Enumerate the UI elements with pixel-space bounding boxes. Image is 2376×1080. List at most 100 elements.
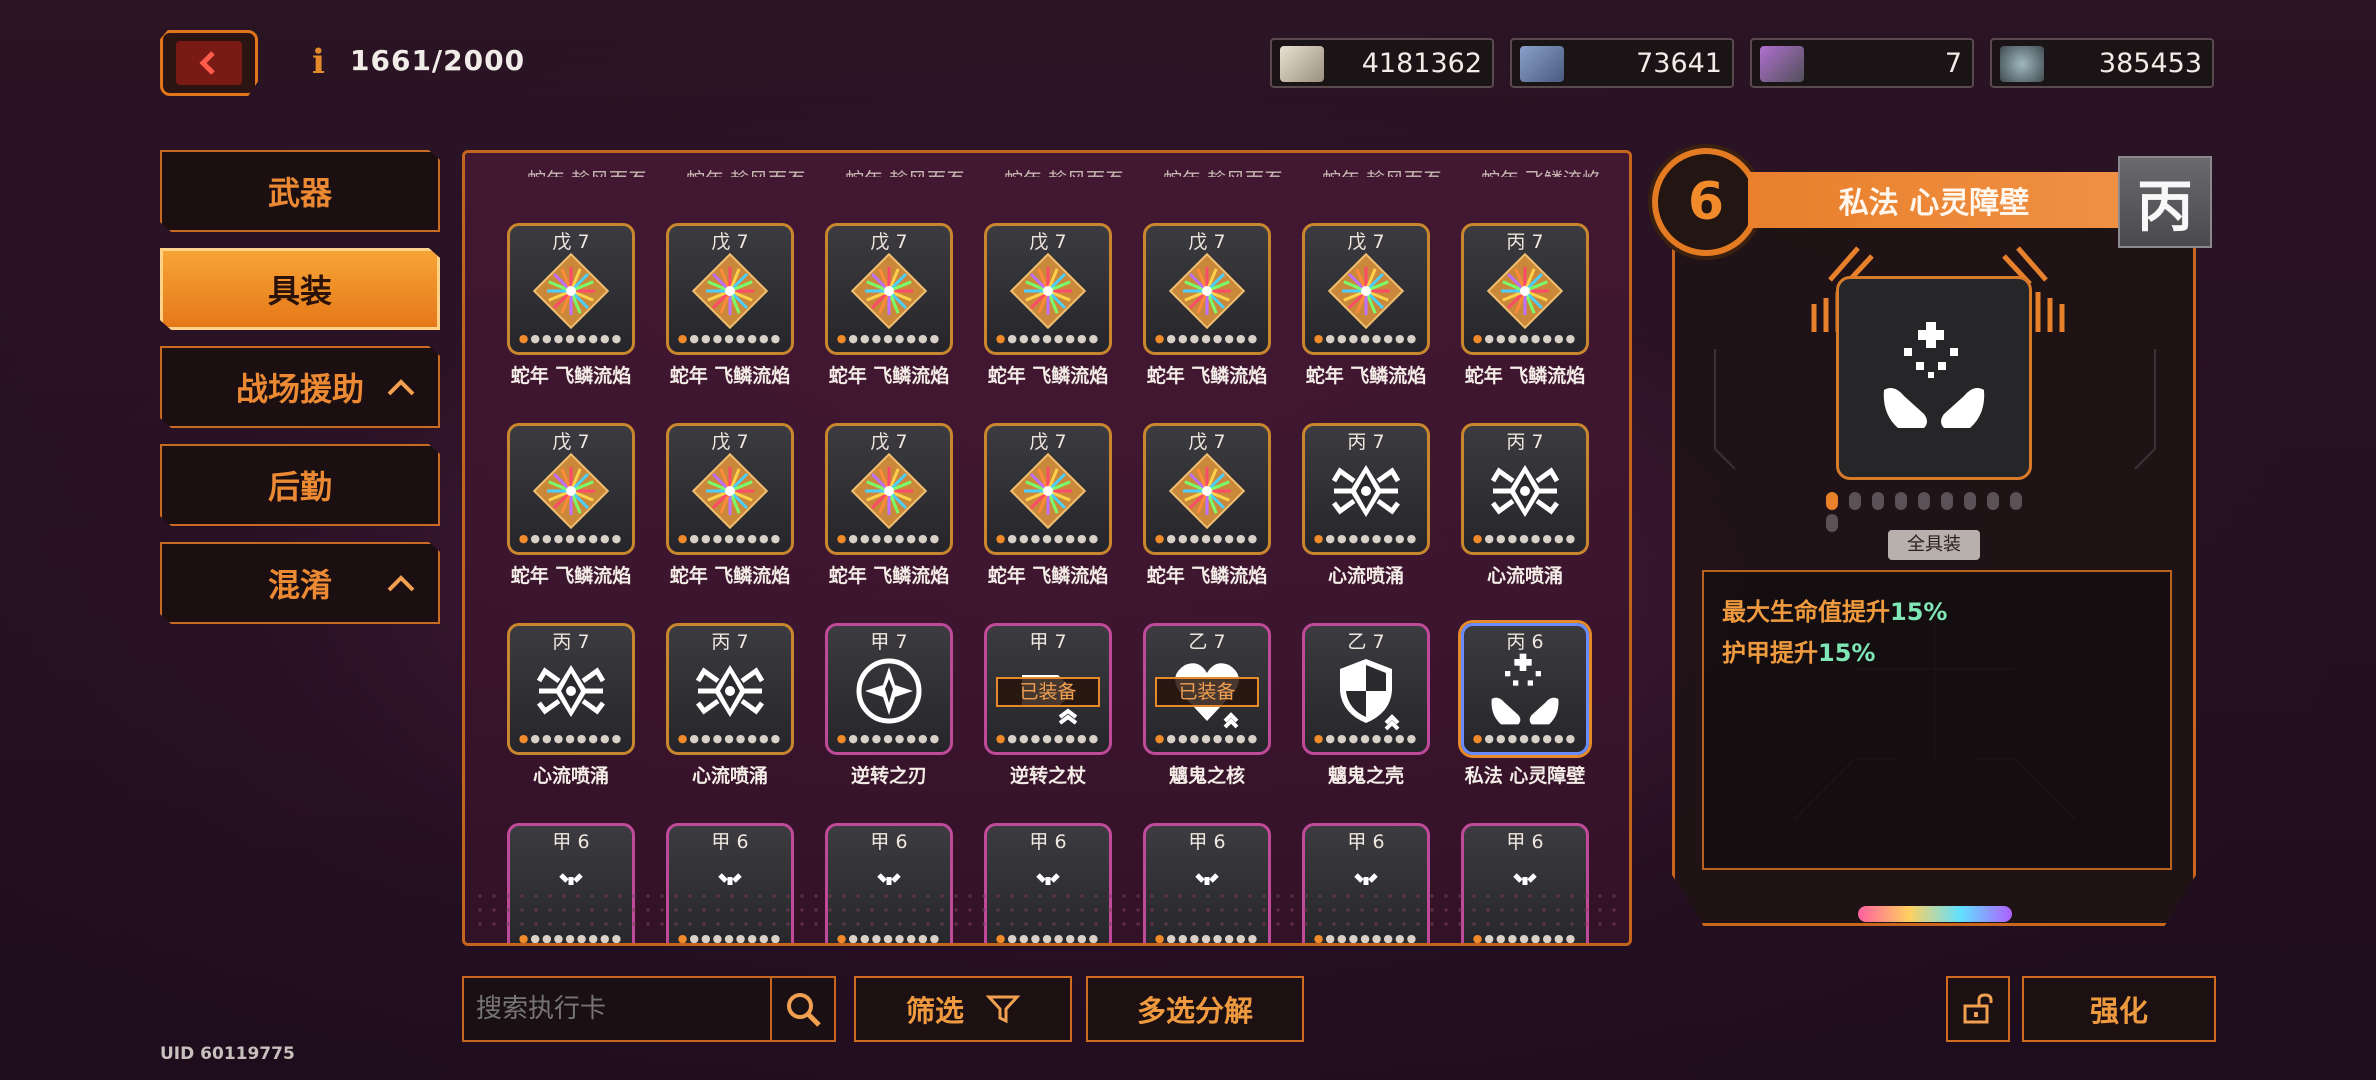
spider-icon: [1485, 451, 1565, 531]
menu-label: 具装: [267, 272, 332, 310]
card-stars: ●●●●●●●●●: [518, 332, 624, 345]
card-rank: 戊 7: [1029, 231, 1067, 253]
equipment-card[interactable]: 戊 7 ●●●●●●●●● 蛇年 飞鳞流焰: [1143, 423, 1271, 587]
equipment-card[interactable]: 丙 7 ●●●●●●●●● 心流喷涌: [666, 623, 794, 787]
equipment-card[interactable]: 丙 7 ●●●●●●●●● 心流喷涌: [1461, 423, 1589, 587]
equipment-card[interactable]: 戊 7 ●●●●●●●●● 蛇年 飞鳞流焰: [984, 223, 1112, 387]
equipment-card[interactable]: 戊 7 ●●●●●●●●● 蛇年 飞鳞流焰: [507, 223, 635, 387]
search-button[interactable]: [770, 978, 834, 1040]
card-stars: ●●●●●●●●●: [836, 532, 942, 545]
info-icon[interactable]: i: [312, 44, 326, 80]
firework-icon: [531, 251, 611, 331]
effect-line: 护甲提升15%: [1722, 633, 1947, 668]
lock-button[interactable]: [1946, 976, 2010, 1042]
effect-value: 15%: [1890, 598, 1948, 626]
level-dot: [1941, 492, 1953, 510]
resource-gear-part[interactable]: 385453: [1990, 38, 2214, 88]
menu-logistics[interactable]: 后勤: [160, 444, 440, 526]
card-name: 蛇年 飞鳞流焰: [828, 565, 950, 587]
resource-chip[interactable]: 7: [1750, 38, 1974, 88]
card-name: 蛇年 飞鳞流焰: [987, 565, 1109, 587]
equipment-card[interactable]: 丙 6 ●●●●●●●●● 私法 心灵障壁: [1461, 623, 1589, 787]
card-rank: 丙 7: [552, 631, 590, 653]
spider-icon: [690, 651, 770, 731]
menu-label: 混淆: [267, 566, 332, 604]
card-name: 蛇年 趁风而歹: [984, 165, 1144, 177]
card-name: 魑鬼之核: [1168, 765, 1245, 787]
level-dot: [1987, 492, 1999, 510]
filter-icon: [986, 995, 1020, 1024]
card-name: 蛇年 飞鳞流焰: [669, 565, 791, 587]
card-name: 私法 心灵障壁: [1464, 765, 1586, 787]
partial-row-labels: 蛇年 趁风而歹 蛇年 趁风而歹 蛇年 趁风而歹 蛇年 趁风而歹 蛇年 趁风而歹 …: [465, 165, 1629, 189]
equipment-card[interactable]: 戊 7 ●●●●●●●●● 蛇年 飞鳞流焰: [666, 223, 794, 387]
menu-label: 战场援助: [235, 370, 364, 408]
card-name: 蛇年 趁风而歹: [507, 165, 667, 177]
card-name: 蛇年 趁风而歹: [1302, 165, 1462, 177]
level-dot: [1895, 492, 1907, 510]
equipment-card[interactable]: 戊 7 ●●●●●●●●● 蛇年 飞鳞流焰: [825, 423, 953, 587]
shield-icon: [1326, 651, 1406, 731]
equipment-card[interactable]: 戊 7 ●●●●●●●●● 蛇年 飞鳞流焰: [825, 223, 953, 387]
card-stars: ●●●●●●●●●: [995, 332, 1101, 345]
card-rank: 丙 7: [1506, 431, 1544, 453]
card-rank: 甲 6: [1347, 831, 1385, 853]
equipment-card[interactable]: 戊 7 ●●●●●●●●● 蛇年 飞鳞流焰: [666, 423, 794, 587]
equipment-card[interactable]: 丙 7 ●●●●●●●●● 心流喷涌: [1302, 423, 1430, 587]
firework-icon: [1008, 251, 1088, 331]
menu-equipment[interactable]: 具装: [160, 248, 440, 330]
equipment-card[interactable]: 乙 7 ●●●●●●●●● 已装备 魑鬼之核: [1143, 623, 1271, 787]
card-name: 蛇年 飞鳞流焰: [828, 365, 950, 387]
equipment-card[interactable]: 丙 7 ●●●●●●●●● 心流喷涌: [507, 623, 635, 787]
card-rank: 戊 7: [552, 431, 590, 453]
menu-obfuscation[interactable]: 混淆: [160, 542, 440, 624]
search-input[interactable]: [464, 994, 764, 1024]
card-rank: 丙 7: [1506, 231, 1544, 253]
card-title: 私法 心灵障壁: [1748, 172, 2120, 228]
gear-part-icon: [2000, 46, 2044, 82]
resource-cash[interactable]: 4181362: [1270, 38, 1494, 88]
card-stars: ●●●●●●●●●: [1154, 332, 1260, 345]
back-button[interactable]: [160, 30, 258, 96]
equipment-card[interactable]: 甲 7 ●●●●●●●●● 已装备 逆转之杖: [984, 623, 1112, 787]
equipment-card[interactable]: 乙 7 ●●●●●●●●● 魑鬼之壳: [1302, 623, 1430, 787]
filter-button[interactable]: 筛选: [854, 976, 1072, 1042]
effect-value: 15%: [1818, 639, 1876, 667]
card-stars: ●●●●●●●●●: [1313, 732, 1419, 745]
equipment-card[interactable]: 戊 7 ●●●●●●●●● 蛇年 飞鳞流焰: [1143, 223, 1271, 387]
menu-battle-support[interactable]: 战场援助: [160, 346, 440, 428]
enhance-button[interactable]: 强化: [2022, 976, 2216, 1042]
firework-icon: [1167, 451, 1247, 531]
card-stars: ●●●●●●●●●: [677, 332, 783, 345]
effect-line: 最大生命值提升15%: [1722, 592, 1947, 627]
equipped-badge: 已装备: [1155, 677, 1259, 707]
rank-badge: 丙: [2118, 156, 2212, 248]
card-rank: 乙 7: [1347, 631, 1385, 653]
card-rank: 甲 7: [870, 631, 908, 653]
card-stars: ●●●●●●●●●: [1313, 332, 1419, 345]
effect-text: 护甲提升: [1722, 639, 1818, 667]
grid-footer-pattern: [473, 889, 1621, 935]
equipment-card[interactable]: 戊 7 ●●●●●●●●● 蛇年 飞鳞流焰: [1302, 223, 1430, 387]
blade-emblem-icon: [849, 651, 929, 731]
equipment-card[interactable]: 丙 7 ●●●●●●●●● 蛇年 飞鳞流焰: [1461, 223, 1589, 387]
equipped-badge: 已装备: [996, 677, 1100, 707]
multi-dismantle-button[interactable]: 多选分解: [1086, 976, 1304, 1042]
equipment-card[interactable]: 戊 7 ●●●●●●●●● 蛇年 飞鳞流焰: [984, 423, 1112, 587]
card-name: 蛇年 飞鳞流焰: [1146, 365, 1268, 387]
menu-weapons[interactable]: 武器: [160, 150, 440, 232]
card-grid-panel[interactable]: 蛇年 趁风而歹 蛇年 趁风而歹 蛇年 趁风而歹 蛇年 趁风而歹 蛇年 趁风而歹 …: [462, 150, 1632, 946]
card-stars: ●●●●●●●●●: [1154, 732, 1260, 745]
level-dot: [1964, 492, 1976, 510]
card-rank: 甲 6: [711, 831, 749, 853]
card-rank: 甲 6: [1188, 831, 1226, 853]
card-rank: 戊 7: [711, 231, 749, 253]
card-name: 逆转之刃: [850, 765, 927, 787]
menu-label: 武器: [267, 174, 332, 212]
resource-crate[interactable]: 73641: [1510, 38, 1734, 88]
equipment-card[interactable]: 甲 7 ●●●●●●●●● 逆转之刃: [825, 623, 953, 787]
equipment-card[interactable]: 戊 7 ●●●●●●●●● 蛇年 飞鳞流焰: [507, 423, 635, 587]
card-name: 蛇年 趁风而歹: [1143, 165, 1303, 177]
spider-icon: [1326, 451, 1406, 531]
card-stars: ●●●●●●●●●: [995, 532, 1101, 545]
